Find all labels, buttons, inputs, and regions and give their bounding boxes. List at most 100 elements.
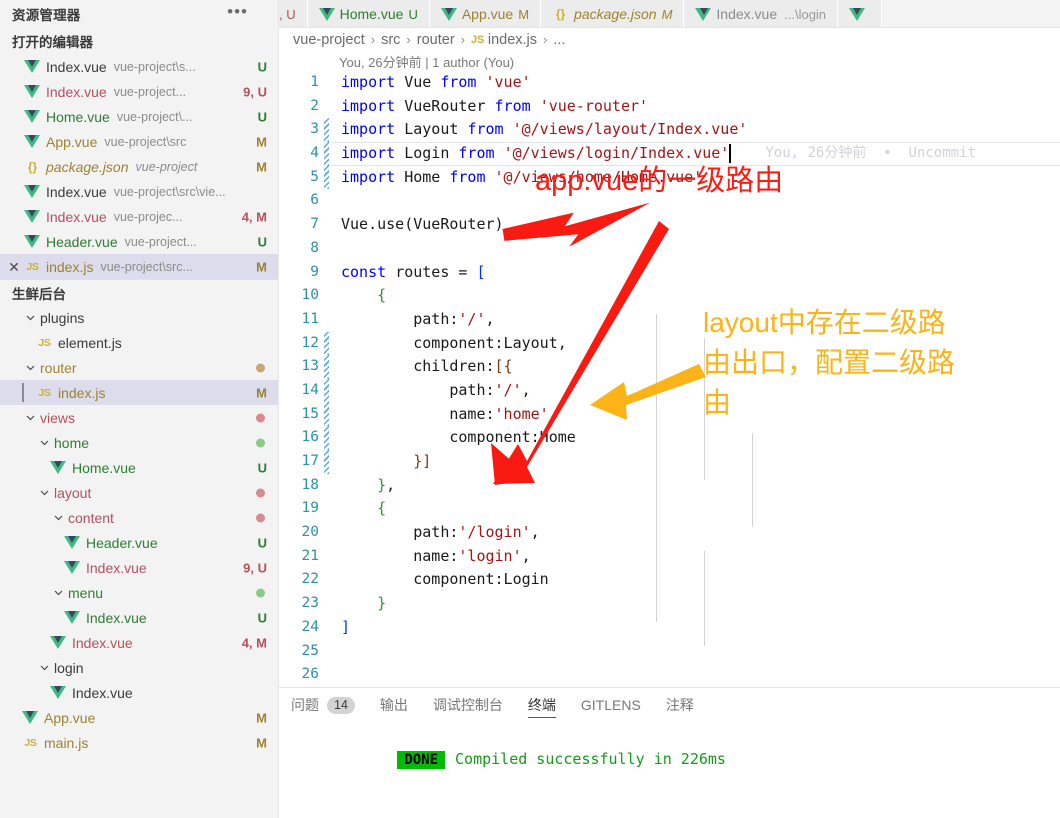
tree-folder-item[interactable]: layout bbox=[0, 480, 278, 505]
line-number: 16 bbox=[301, 429, 319, 446]
code-editor[interactable]: 1 import Vue from 'vue' 2 import VueRouter … bbox=[279, 71, 1060, 687]
chevron-down-icon[interactable] bbox=[22, 412, 38, 423]
tree-file-item[interactable]: Index.vue 9, U bbox=[0, 555, 278, 580]
code-text: }] bbox=[413, 452, 432, 470]
code-line[interactable]: 21 name:'login', bbox=[279, 545, 1060, 569]
code-line[interactable]: 3 import Layout from '@/views/layout/Inde… bbox=[279, 118, 1060, 142]
line-number: 20 bbox=[301, 524, 319, 541]
code-line[interactable]: 19 { bbox=[279, 497, 1060, 521]
code-line[interactable]: 11 path:'/', bbox=[279, 308, 1060, 332]
code-text: path:'/', bbox=[341, 380, 531, 399]
breadcrumb-item[interactable]: index.js bbox=[488, 32, 537, 48]
code-line[interactable]: 15 name:'home', bbox=[279, 402, 1060, 427]
code-line[interactable]: 7 Vue.use(VueRouter) bbox=[279, 213, 1060, 237]
open-editors-header[interactable]: 打开的编辑器 bbox=[0, 28, 278, 54]
code-line[interactable]: 16 component:Home bbox=[279, 426, 1060, 450]
code-line[interactable]: 26 bbox=[279, 663, 1060, 687]
code-line[interactable]: 4 import Login from '@/views/login/Index.… bbox=[279, 142, 1060, 166]
editor-tab[interactable]: {} package.json M bbox=[541, 0, 685, 27]
breadcrumb-item[interactable]: ... bbox=[553, 32, 565, 48]
tree-file-item[interactable]: Home.vue U bbox=[0, 455, 278, 480]
panel-tab[interactable]: 输出 bbox=[380, 688, 408, 722]
tree-folder-item[interactable]: content bbox=[0, 505, 278, 530]
code-line[interactable]: 9 const routes = [ bbox=[279, 261, 1060, 285]
open-editor-item[interactable]: Header.vue vue-project... U bbox=[0, 229, 278, 254]
code-line[interactable]: 14 path:'/', bbox=[279, 378, 1060, 403]
code-line[interactable]: 18 }, bbox=[279, 474, 1060, 498]
project-root-header[interactable]: 生鲜后台 bbox=[0, 279, 278, 305]
chevron-down-icon[interactable] bbox=[22, 362, 38, 373]
chevron-down-icon[interactable] bbox=[50, 587, 66, 598]
tree-file-item[interactable]: JS index.js M bbox=[0, 380, 278, 405]
code-line[interactable]: 13 children:[{ bbox=[279, 355, 1060, 379]
git-status-badge: M bbox=[256, 159, 267, 174]
breadcrumb-item[interactable]: vue-project bbox=[293, 32, 365, 48]
open-editor-item[interactable]: Index.vue vue-project\s... U bbox=[0, 54, 278, 79]
code-line[interactable]: 22 component:Login bbox=[279, 568, 1060, 592]
open-editor-item[interactable]: Index.vue vue-project\src\vie... bbox=[0, 179, 278, 204]
tree-file-item[interactable]: Header.vue U bbox=[0, 530, 278, 555]
open-editor-item[interactable]: Home.vue vue-project\... U bbox=[0, 104, 278, 129]
editor-tab[interactable]: Home.vue U bbox=[307, 0, 430, 27]
panel-tab[interactable]: 注释 bbox=[666, 688, 694, 722]
tree-folder-item[interactable]: home bbox=[0, 430, 278, 455]
tree-file-item[interactable]: App.vue M bbox=[0, 705, 278, 730]
code-line[interactable]: 25 bbox=[279, 640, 1060, 664]
panel-tab[interactable]: 问题 14 bbox=[291, 688, 355, 722]
editor-tab[interactable]: , U bbox=[279, 0, 308, 27]
line-number: 3 bbox=[310, 121, 319, 138]
tree-item-label: Index.vue bbox=[72, 634, 133, 651]
editor-tab[interactable]: App.vue M bbox=[429, 0, 542, 27]
panel-tab-label: 输出 bbox=[379, 697, 408, 713]
code-line[interactable]: 6 bbox=[279, 189, 1060, 213]
close-icon[interactable]: ✕ bbox=[6, 260, 22, 274]
code-line[interactable]: 2 import VueRouter from 'vue-router' bbox=[279, 95, 1060, 119]
ellipsis-icon[interactable]: ••• bbox=[227, 3, 248, 21]
code-line[interactable]: 20 path:'/login', bbox=[279, 521, 1060, 545]
tree-file-item[interactable]: JS main.js M bbox=[0, 730, 278, 755]
chevron-down-icon[interactable] bbox=[36, 437, 52, 448]
open-editor-item[interactable]: {} package.json vue-project M bbox=[0, 154, 278, 179]
chevron-down-icon[interactable] bbox=[22, 312, 38, 323]
code-line[interactable]: 12 component:Layout, bbox=[279, 331, 1060, 356]
tree-file-item[interactable]: Index.vue bbox=[0, 680, 278, 705]
explorer-title-row: 资源管理器 ••• bbox=[0, 0, 278, 28]
tree-folder-item[interactable]: views bbox=[0, 405, 278, 430]
breadcrumb-item[interactable]: router bbox=[417, 32, 455, 48]
chevron-down-icon[interactable] bbox=[36, 487, 52, 498]
open-editor-item[interactable]: App.vue vue-project\src M bbox=[0, 129, 278, 154]
code-line[interactable]: 10 { bbox=[279, 284, 1060, 308]
chevron-down-icon[interactable] bbox=[50, 512, 66, 523]
code-line[interactable]: 1 import Vue from 'vue' bbox=[279, 71, 1060, 95]
open-editor-item[interactable]: Index.vue vue-project... 9, U bbox=[0, 79, 278, 104]
open-editor-item[interactable]: Index.vue vue-projec... 4, M bbox=[0, 204, 278, 229]
open-editor-item[interactable]: ✕ JS index.js vue-project\src... M bbox=[0, 254, 278, 279]
panel-tab[interactable]: 终端 bbox=[527, 688, 556, 722]
code-line[interactable]: 23 } bbox=[279, 592, 1060, 616]
git-status-badge: U bbox=[257, 109, 267, 124]
tree-file-item[interactable]: Index.vue 4, M bbox=[0, 630, 278, 655]
tree-folder-item[interactable]: menu bbox=[0, 580, 278, 605]
tree-folder-item[interactable]: router bbox=[0, 355, 278, 380]
code-line[interactable]: 17 }] bbox=[279, 450, 1060, 474]
tree-file-item[interactable]: JS element.js bbox=[0, 330, 278, 355]
code-line[interactable]: 24] bbox=[279, 616, 1060, 640]
chevron-down-icon[interactable] bbox=[36, 662, 52, 673]
tree-file-item[interactable]: Index.vue U bbox=[0, 605, 278, 630]
editor-tab-badge: M bbox=[518, 6, 530, 22]
editor-tab-badge: , U bbox=[279, 6, 296, 22]
panel-tab[interactable]: 调试控制台 bbox=[433, 688, 503, 722]
panel-tab-label: 注释 bbox=[665, 697, 694, 713]
terminal-output[interactable]: DONECompiled successfully in 226ms App r… bbox=[279, 722, 1060, 818]
gutter-space bbox=[321, 189, 331, 213]
editor-tab[interactable] bbox=[838, 0, 883, 27]
code-lines: 1 import Vue from 'vue' 2 import VueRouter … bbox=[279, 71, 1060, 687]
breadcrumb-item[interactable]: src bbox=[381, 32, 400, 48]
tree-folder-item[interactable]: login bbox=[0, 655, 278, 680]
code-line[interactable]: 5 import Home from '@/views/home/Home.vue… bbox=[279, 165, 1060, 190]
editor-tab[interactable]: Index.vue ...\login bbox=[684, 0, 839, 27]
tree-folder-item[interactable]: plugins bbox=[0, 305, 278, 330]
code-line[interactable]: 8 bbox=[279, 237, 1060, 261]
panel-tab[interactable]: GITLENS bbox=[581, 688, 641, 722]
editor-tab-path: ...\login bbox=[784, 6, 827, 22]
